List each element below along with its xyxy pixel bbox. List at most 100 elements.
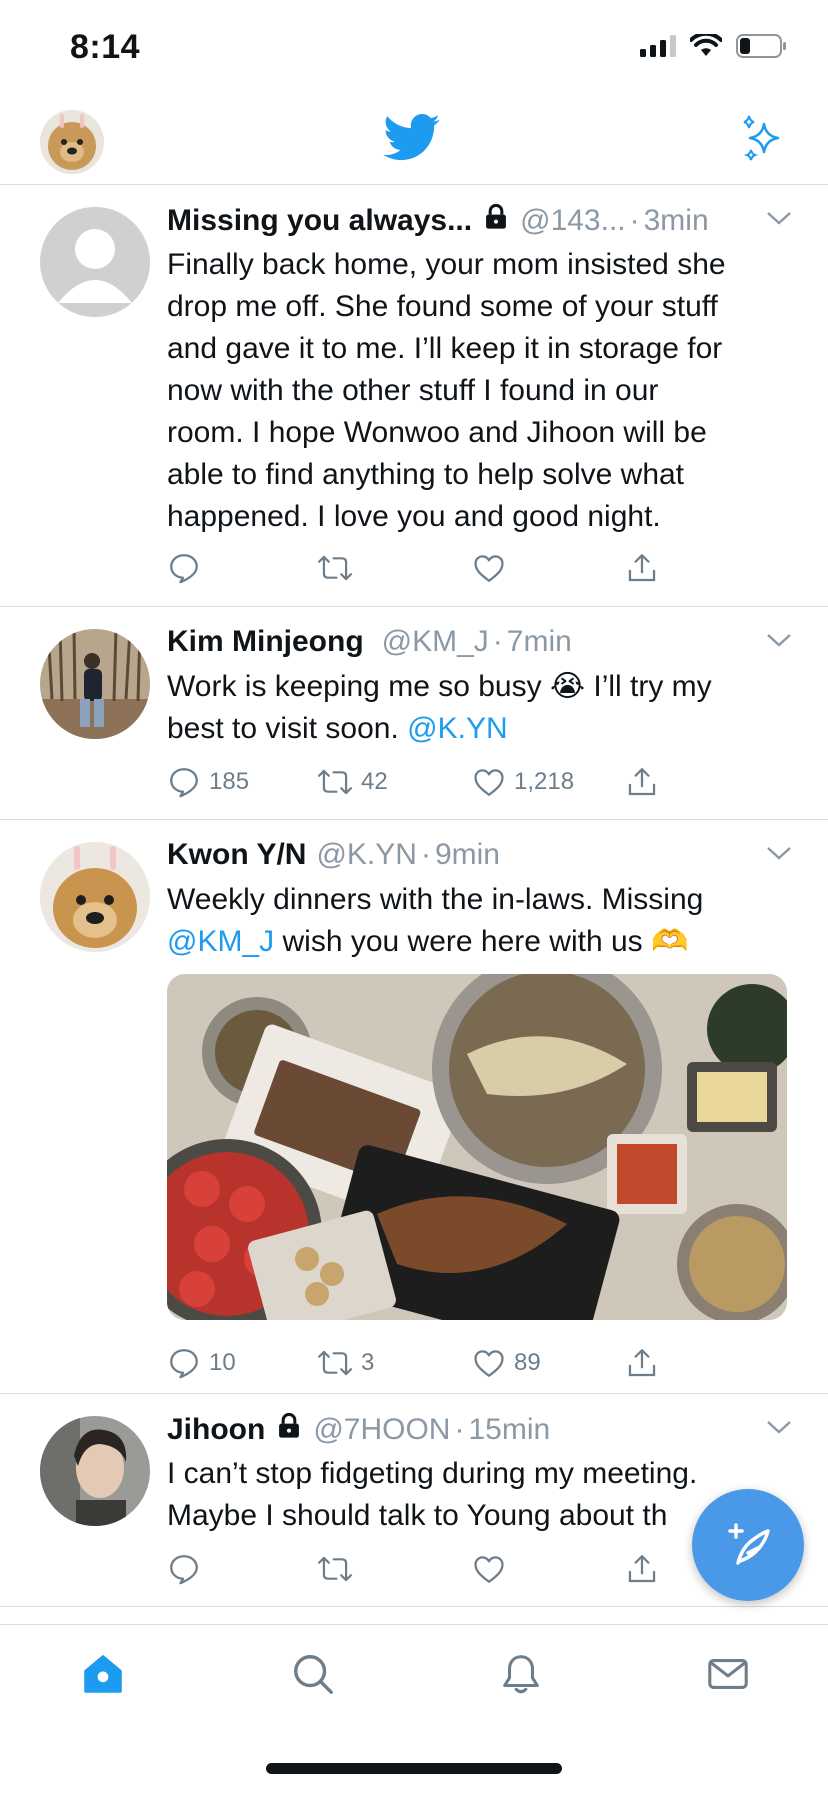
tweet-text-line: wish you were here with us (282, 925, 643, 958)
compose-tweet-button[interactable] (692, 1489, 804, 1601)
tweet-text-line: Work is keeping me so busy (167, 670, 542, 703)
mention-link[interactable]: @K.YN (407, 712, 507, 745)
author-name[interactable]: Kim Minjeong (167, 625, 364, 659)
tweet-text-line: drop me off. She found some of your stuf… (167, 290, 718, 323)
chevron-down-icon[interactable] (766, 844, 792, 862)
author-handle[interactable]: @KM_J (382, 625, 489, 659)
emoji: 🫶 (651, 925, 689, 958)
chevron-down-icon[interactable] (766, 209, 792, 227)
separator-dot: · (629, 204, 640, 237)
home-icon[interactable] (80, 1651, 126, 1697)
share-icon (628, 554, 656, 582)
default-avatar[interactable] (40, 207, 150, 317)
reply-button[interactable]: 185 (167, 765, 249, 799)
author-handle[interactable]: @143... (520, 204, 626, 238)
status-time: 8:14 (70, 28, 141, 66)
retweet-count: 3 (361, 1349, 375, 1376)
share-button[interactable] (625, 765, 667, 799)
tweet-text-line: room. I hope Wonwoo and Jihoon will be (167, 416, 707, 449)
lock-icon (275, 1412, 303, 1448)
like-button[interactable]: 1,218 (472, 765, 574, 799)
search-icon[interactable] (290, 1651, 336, 1697)
tweet-text-line: I can’t stop fidgeting during my meeting… (167, 1457, 698, 1490)
tweet-text-line: Weekly dinners with the in-laws. Missing (167, 883, 704, 916)
tweet-text-line: happened. I love you and good night. (167, 500, 661, 533)
profile-avatar[interactable] (40, 110, 104, 174)
tweet-text-line: best to visit soon. (167, 712, 399, 745)
tweet-text-line: able to find anything to help solve what (167, 458, 685, 491)
tweet-text-line: Finally back home, your mom insisted she (167, 248, 726, 281)
emoji: 😭 (549, 670, 586, 703)
home-indicator (266, 1763, 562, 1774)
reply-button[interactable]: 10 (167, 1346, 236, 1380)
separator-dot: · (454, 1413, 465, 1446)
tweet-text: Finally back home, your mom insisted she… (167, 244, 792, 538)
like-button[interactable] (472, 551, 514, 585)
like-button[interactable]: 89 (472, 1346, 541, 1380)
retweet-icon (317, 1350, 353, 1376)
author-handle[interactable]: @7HOON (313, 1413, 450, 1447)
tweet-actions: 10 3 89 (167, 1346, 667, 1386)
chevron-down-icon[interactable] (766, 1418, 792, 1436)
tweet-actions: 185 42 1,218 (167, 765, 667, 805)
tweet-item[interactable]: Kim Minjeong @KM_J · 7min Work is keepin… (0, 607, 828, 820)
tweet-actions (167, 551, 667, 591)
author-name[interactable]: Kwon Y/N (167, 838, 306, 872)
status-icons (640, 34, 788, 58)
timestamp: 15min (468, 1413, 551, 1446)
tweet-text: Weekly dinners with the in-laws. Missing… (167, 879, 792, 963)
tweet-item[interactable]: Kwon Y/N @K.YN · 9min Weekly dinners wit… (0, 820, 828, 1394)
twitter-bird-icon[interactable] (383, 114, 441, 162)
retweet-button[interactable]: 3 (317, 1346, 374, 1380)
tweet-photo[interactable] (167, 974, 787, 1320)
reply-icon (170, 554, 198, 584)
share-icon (628, 768, 656, 796)
reply-button[interactable] (167, 1552, 209, 1586)
reply-icon (170, 1349, 198, 1379)
like-icon (474, 1350, 504, 1377)
mail-icon[interactable] (705, 1651, 751, 1697)
tweet-actions (167, 1552, 667, 1592)
share-icon (628, 1349, 656, 1377)
chevron-down-icon[interactable] (766, 631, 792, 649)
tweet-item[interactable]: Missing you always... @143... · 3min Fin… (0, 185, 828, 607)
avatar[interactable] (40, 1416, 150, 1526)
share-button[interactable] (625, 551, 667, 585)
like-icon (474, 555, 504, 582)
author-name[interactable]: Missing you always... (167, 204, 472, 238)
mention-link[interactable]: @KM_J (167, 925, 274, 958)
like-count: 89 (514, 1349, 541, 1376)
lock-icon (482, 203, 510, 239)
timestamp: 7min (506, 625, 572, 658)
tweet-text: Work is keeping me so busy 😭 I’ll try my… (167, 666, 792, 750)
like-button[interactable] (472, 1552, 514, 1586)
timestamp: 3min (643, 204, 709, 237)
retweet-count: 42 (361, 768, 388, 795)
retweet-icon (317, 769, 353, 795)
avatar[interactable] (40, 629, 150, 739)
sparkle-icon[interactable] (738, 114, 788, 164)
share-button[interactable] (625, 1552, 667, 1586)
separator-dot: · (492, 625, 503, 658)
author-name[interactable]: Jihoon (167, 1413, 265, 1447)
tweet-header: Missing you always... @143... · 3min (167, 203, 709, 239)
reply-icon (170, 768, 198, 798)
share-icon (628, 1555, 656, 1583)
like-count: 1,218 (514, 768, 575, 795)
retweet-icon (317, 1556, 353, 1582)
compose-icon (728, 1523, 770, 1565)
avatar[interactable] (40, 842, 150, 952)
like-icon (474, 769, 504, 796)
signal-icon (640, 35, 676, 57)
share-button[interactable] (625, 1346, 667, 1380)
author-handle[interactable]: @K.YN (316, 838, 416, 872)
top-nav-bar (0, 96, 828, 185)
retweet-button[interactable] (317, 1552, 361, 1586)
bell-icon[interactable] (498, 1651, 544, 1697)
reply-count: 185 (209, 768, 250, 795)
separator-dot: · (420, 838, 431, 871)
reply-button[interactable] (167, 551, 209, 585)
retweet-button[interactable] (317, 551, 361, 585)
reply-count: 10 (209, 1349, 236, 1376)
retweet-button[interactable]: 42 (317, 765, 388, 799)
